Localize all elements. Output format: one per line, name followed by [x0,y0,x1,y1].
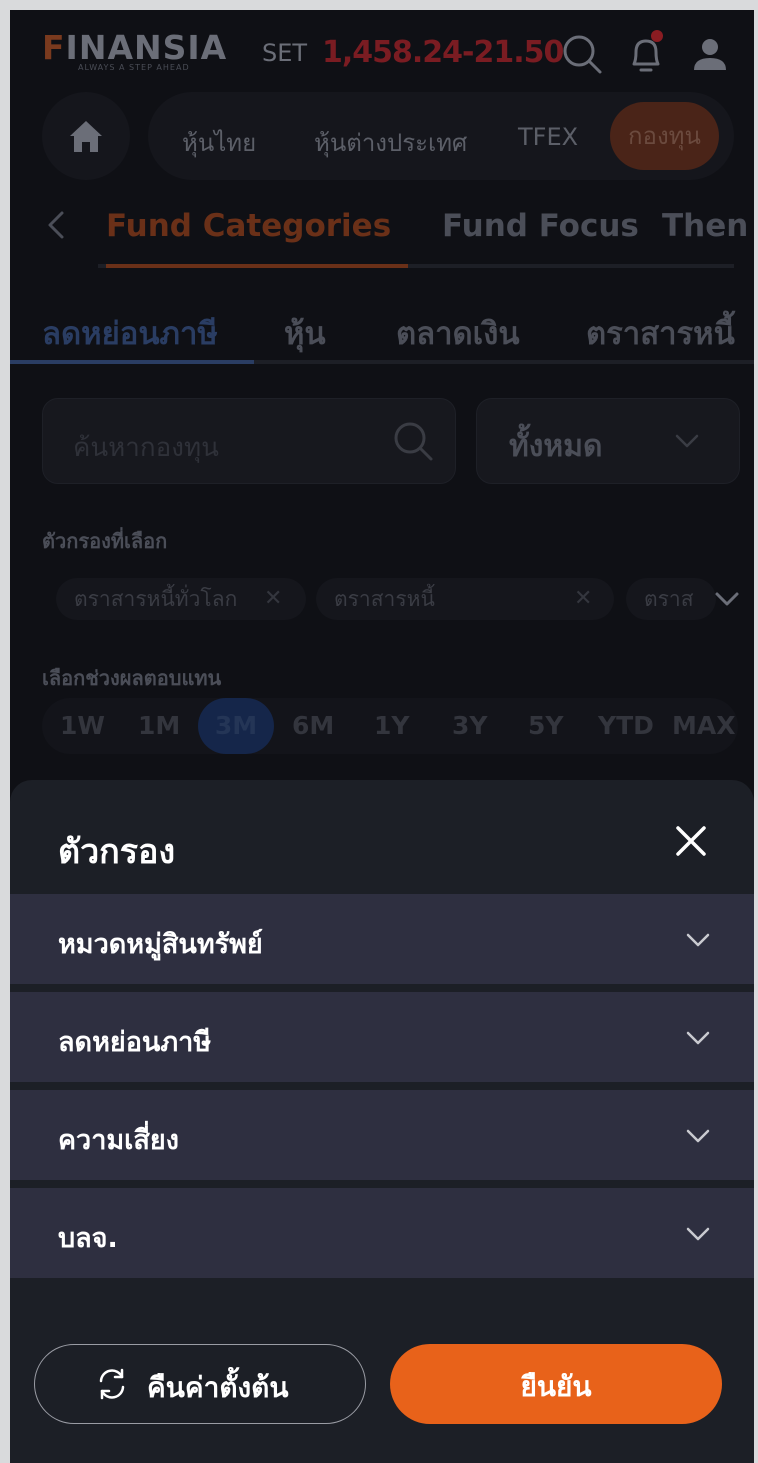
category-tab-equity[interactable]: หุ้น [284,308,326,358]
select-value: ทั้งหมด [509,429,603,464]
chevron-down-icon[interactable] [714,586,740,612]
nav-funds[interactable]: กองทุน [610,102,719,170]
user-icon[interactable] [688,32,732,76]
fund-search-input[interactable]: ค้นหากองทุน [42,398,456,484]
fund-screen: FINANSIA ALWAYS A STEP AHEAD SET 1,458.2… [10,10,754,1463]
period-ytd[interactable]: YTD [598,711,654,740]
chevron-down-icon [675,434,699,448]
accordion-amc[interactable]: บลจ. [10,1188,754,1278]
confirm-button[interactable]: ยืนยัน [390,1344,722,1424]
search-icon [394,422,433,461]
sheet-title: ตัวกรอง [58,832,176,872]
top-header: FINANSIA ALWAYS A STEP AHEAD SET 1,458.2… [10,10,754,90]
period-max[interactable]: MAX [672,711,736,740]
close-icon[interactable]: ✕ [574,578,592,620]
accordion-tax-saving[interactable]: ลดหย่อนภาษี [10,992,754,1082]
period-6m[interactable]: 6M [292,711,334,740]
category-tab-tax-saving[interactable]: ลดหย่อนภาษี [42,308,218,358]
nav-thai-stocks[interactable]: หุ้นไทย [182,123,256,162]
accordion-label: ความเสี่ยง [58,1125,179,1156]
search-icon[interactable] [560,32,604,76]
chevron-down-icon [686,1227,710,1241]
accordion-label: บลจ. [58,1223,118,1254]
screenshot-border-top [0,0,758,10]
tab-fund-focus[interactable]: Fund Focus [442,208,639,244]
period-3m[interactable]: 3M [198,698,274,754]
nav-foreign-stocks[interactable]: หุ้นต่างประเทศ [314,123,467,162]
category-tab-fixed-income[interactable]: ตราสารหนี้ [586,308,735,358]
period-3y[interactable]: 3Y [452,711,488,740]
close-icon[interactable] [672,822,710,860]
finansia-logo[interactable]: FINANSIA [42,28,227,67]
logo-tagline: ALWAYS A STEP AHEAD [78,63,190,72]
refresh-icon [99,1368,125,1400]
accordion-label: หมวดหมู่สินทรัพย์ [58,929,263,960]
index-label: SET [262,39,308,67]
back-icon[interactable] [42,205,68,245]
filter-chip[interactable]: ตราสารหนี้ทั่วโลก ✕ [56,578,306,620]
period-1m[interactable]: 1M [138,711,180,740]
screenshot-border-right [754,0,758,1463]
search-placeholder: ค้นหากองทุน [73,433,219,463]
return-period-label: เลือกช่วงผลตอบแทน [42,666,222,690]
category-tab-money-market[interactable]: ตลาดเงิน [396,308,520,358]
nav-tfex[interactable]: TFEX [518,123,578,151]
tab-theme[interactable]: Then [662,208,748,244]
home-icon [70,121,102,152]
confirm-label: ยืนยัน [520,1370,592,1403]
chevron-down-icon [686,1129,710,1143]
notification-dot [651,30,663,42]
home-button[interactable] [42,92,130,180]
period-5y[interactable]: 5Y [528,711,564,740]
subtab-active-indicator [106,264,408,268]
accordion-label: ลดหย่อนภาษี [58,1027,212,1058]
reset-label: คืนค่าตั้งต้น [147,1371,289,1404]
chevron-down-icon [686,933,710,947]
close-icon[interactable]: ✕ [264,578,282,620]
reset-button[interactable]: คืนค่าตั้งต้น [34,1344,366,1424]
accordion-asset-class[interactable]: หมวดหมู่สินทรัพย์ [10,894,754,984]
category-active-indicator [10,360,254,364]
chevron-down-icon [686,1031,710,1045]
tab-fund-categories[interactable]: Fund Categories [106,208,391,244]
filter-chip[interactable]: ตราส [626,578,716,620]
index-value: 1,458.24-21.50 [322,35,564,70]
selected-filters-label: ตัวกรองที่เลือก [42,529,168,553]
accordion-risk[interactable]: ความเสี่ยง [10,1090,754,1180]
period-1y[interactable]: 1Y [374,711,410,740]
period-1w[interactable]: 1W [60,711,105,740]
filter-chip[interactable]: ตราสารหนี้ ✕ [316,578,614,620]
screenshot-border-left [0,0,10,1463]
fund-type-select[interactable]: ทั้งหมด [476,398,740,484]
filter-bottom-sheet: ตัวกรอง หมวดหมู่สินทรัพย์ ลดหย่อนภาษี คว… [10,780,754,1463]
